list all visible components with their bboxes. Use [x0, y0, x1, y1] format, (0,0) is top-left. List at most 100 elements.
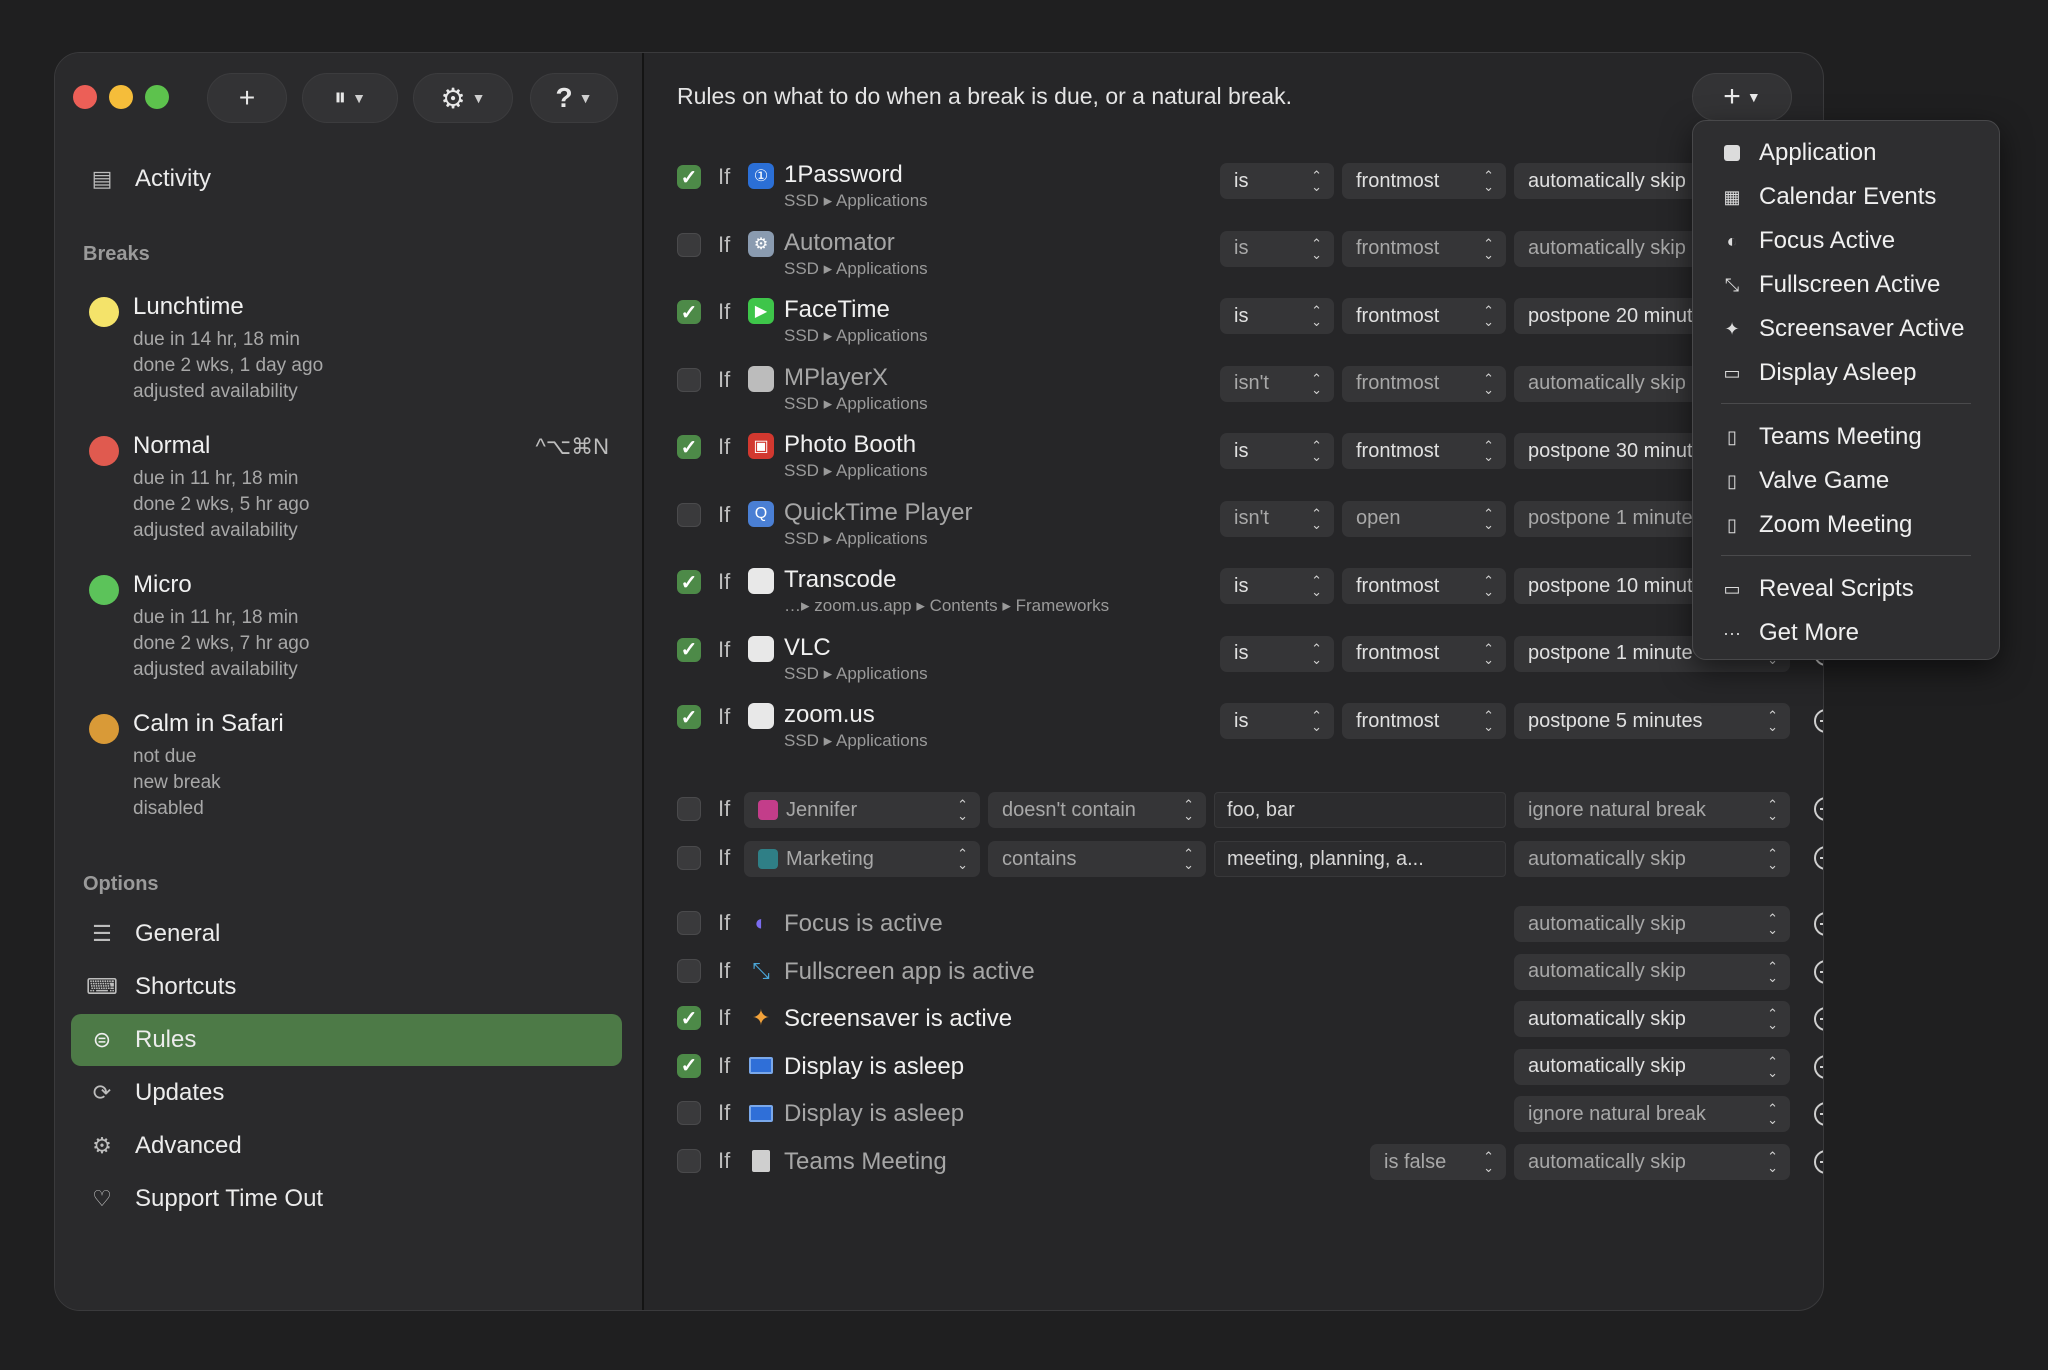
keywords-field[interactable]: meeting, planning, a... — [1214, 841, 1506, 877]
break-item-normal[interactable]: Normal ^⌥⌘N due in 11 hr, 18 min done 2 w… — [89, 432, 609, 542]
remove-rule-button[interactable] — [1814, 1102, 1823, 1127]
rule-enabled-checkbox[interactable] — [677, 1149, 701, 1173]
action-select[interactable]: automatically skip⌃⌄ — [1514, 906, 1790, 942]
settings-menu-button[interactable]: ⚙ ▼ — [413, 73, 513, 123]
condition-select[interactable]: is ⌃ ⌄ — [1220, 298, 1334, 334]
updown-chevron-icon: ⌃⌄ — [1311, 573, 1322, 599]
rule-enabled-checkbox[interactable]: ✓ — [677, 570, 701, 594]
action-select[interactable]: automatically skip⌃⌄ — [1514, 1144, 1790, 1180]
document-list-icon: ▤ — [91, 166, 113, 191]
condition-select[interactable]: is ⌃ ⌄ — [1220, 703, 1334, 739]
if-label: If — [718, 1005, 731, 1031]
zoom-window-button[interactable] — [145, 85, 169, 109]
action-select[interactable]: ignore natural break ⌃ ⌄ — [1514, 1096, 1790, 1133]
state-select[interactable]: frontmost ⌃ ⌄ — [1342, 298, 1506, 334]
action-select[interactable]: automatically skip⌃⌄ — [1514, 841, 1790, 877]
sidebar-item-advanced[interactable]: ⚙ Advanced — [89, 1132, 242, 1160]
keywords-field[interactable]: foo, bar — [1214, 792, 1506, 828]
break-item-micro[interactable]: Micro due in 11 hr, 18 min done 2 wks, 7 … — [89, 571, 609, 681]
menu-item-teams-meeting[interactable]: ▯ Teams Meeting — [1721, 423, 1922, 451]
sidebar-item-shortcuts[interactable]: ⌨ Shortcuts — [86, 973, 236, 1001]
fullscreen-arrows-icon: ⤡ — [1724, 274, 1740, 295]
break-item-calm-in-safari[interactable]: Calm in Safari not due new break disabled — [89, 710, 609, 820]
condition-select[interactable]: is ⌃ ⌄ — [1220, 635, 1334, 672]
state-select[interactable]: frontmost ⌃ ⌄ — [1342, 635, 1506, 672]
action-select[interactable]: ignore natural break ⌃ ⌄ — [1514, 792, 1790, 828]
if-label: If — [718, 164, 731, 189]
add-break-button[interactable]: + — [207, 73, 287, 123]
remove-rule-button[interactable] — [1814, 797, 1823, 821]
match-condition-select[interactable]: contains ⌃ ⌄ — [988, 841, 1206, 877]
menu-item-focus-active[interactable]: ◐ Focus Active — [1721, 227, 1896, 255]
script-result-select[interactable]: is false ⌃ ⌄ — [1370, 1144, 1506, 1180]
sidebar-item-general[interactable]: ☰ General — [89, 920, 220, 948]
menu-item-fullscreen-active[interactable]: ⤡ Fullscreen Active — [1721, 271, 1941, 299]
menu-item-calendar-events[interactable]: ▦ Calendar Events — [1721, 183, 1936, 211]
gears-icon: ⚙ — [92, 1133, 112, 1158]
menu-item-display-asleep[interactable]: ▭ Display Asleep — [1721, 359, 1916, 387]
remove-rule-button[interactable] — [1814, 912, 1823, 936]
calendar-select[interactable]: Jennifer ⌃ ⌄ — [744, 792, 980, 828]
rule-enabled-checkbox[interactable]: ✓ — [677, 1006, 701, 1031]
match-condition-select[interactable]: doesn't contain ⌃ ⌄ — [988, 792, 1206, 828]
rule-enabled-checkbox[interactable] — [677, 232, 701, 257]
condition-select[interactable]: is ⌃ ⌄ — [1220, 433, 1334, 469]
sidebar-item-support[interactable]: ♡ Support Time Out — [89, 1185, 323, 1213]
rule-enabled-checkbox[interactable] — [677, 367, 701, 392]
condition-select[interactable]: is ⌃ ⌄ — [1220, 163, 1334, 199]
sidebar-item-updates[interactable]: ⟳ Updates — [89, 1079, 225, 1107]
menu-separator — [1721, 555, 1971, 556]
rule-enabled-checkbox[interactable] — [677, 1101, 701, 1126]
app-rule-row: ✓ If ① 1Password SSD ▸ Applications is ⌃ ⌄… — [644, 151, 1823, 211]
menu-item-screensaver-active[interactable]: ✦ Screensaver Active — [1721, 315, 1964, 343]
rule-enabled-checkbox[interactable] — [677, 846, 701, 870]
sidebar-item-activity[interactable]: ▤ Activity — [89, 165, 211, 193]
condition-select[interactable]: is ⌃ ⌄ — [1220, 568, 1334, 604]
rule-enabled-checkbox[interactable] — [677, 958, 701, 983]
state-select[interactable]: frontmost ⌃ ⌄ — [1342, 365, 1506, 402]
updown-chevron-icon: ⌃⌄ — [1483, 303, 1494, 329]
remove-rule-button[interactable] — [1814, 1007, 1823, 1032]
close-window-button[interactable] — [73, 85, 97, 109]
state-select[interactable]: frontmost ⌃ ⌄ — [1342, 230, 1506, 267]
state-select[interactable]: frontmost ⌃ ⌄ — [1342, 163, 1506, 199]
remove-rule-button[interactable] — [1814, 709, 1823, 733]
condition-select[interactable]: is ⌃ ⌄ — [1220, 230, 1334, 267]
pause-menu-button[interactable]: ⏸ ▼ — [302, 73, 398, 123]
action-select[interactable]: automatically skip⌃⌄ — [1514, 1048, 1790, 1085]
rule-enabled-checkbox[interactable]: ✓ — [677, 637, 701, 662]
rule-enabled-checkbox[interactable]: ✓ — [677, 435, 701, 459]
menu-item-application[interactable]: Application — [1721, 139, 1876, 167]
state-select[interactable]: frontmost ⌃ ⌄ — [1342, 568, 1506, 604]
rule-enabled-checkbox[interactable] — [677, 797, 701, 821]
minimize-window-button[interactable] — [109, 85, 133, 109]
action-select[interactable]: postpone 5 minutes ⌃ ⌄ — [1514, 703, 1790, 739]
state-select[interactable]: frontmost ⌃ ⌄ — [1342, 703, 1506, 739]
condition-select[interactable]: isn't ⌃ ⌄ — [1220, 500, 1334, 537]
help-menu-button[interactable]: ? ▼ — [530, 73, 618, 123]
action-select[interactable]: automatically skip⌃⌄ — [1514, 953, 1790, 990]
remove-rule-button[interactable] — [1814, 959, 1823, 984]
add-rule-button[interactable]: + ▼ — [1692, 73, 1792, 121]
menu-item-get-more[interactable]: ··· Get More — [1721, 619, 1859, 647]
rule-enabled-checkbox[interactable]: ✓ — [677, 705, 701, 729]
remove-rule-button[interactable] — [1814, 846, 1823, 870]
calendar-select[interactable]: Marketing ⌃ ⌄ — [744, 841, 980, 877]
break-item-lunchtime[interactable]: Lunchtime due in 14 hr, 18 min done 2 wks… — [89, 293, 609, 403]
menu-item-zoom-meeting[interactable]: ▯ Zoom Meeting — [1721, 511, 1912, 539]
updown-chevron-icon: ⌃⌄ — [1767, 846, 1778, 872]
menu-item-reveal-scripts[interactable]: ▭ Reveal Scripts — [1721, 575, 1913, 603]
rule-enabled-checkbox[interactable] — [677, 502, 701, 527]
rule-enabled-checkbox[interactable]: ✓ — [677, 300, 701, 324]
menu-item-valve-game[interactable]: ▯ Valve Game — [1721, 467, 1889, 495]
remove-rule-button[interactable] — [1814, 1150, 1823, 1174]
rule-enabled-checkbox[interactable] — [677, 911, 701, 935]
rule-enabled-checkbox[interactable]: ✓ — [677, 1053, 701, 1078]
state-select[interactable]: open ⌃ ⌄ — [1342, 500, 1506, 537]
state-select[interactable]: frontmost ⌃ ⌄ — [1342, 433, 1506, 469]
sidebar-item-rules[interactable]: ⊜ Rules — [89, 1026, 197, 1054]
action-select[interactable]: automatically skip⌃⌄ — [1514, 1001, 1790, 1038]
remove-rule-button[interactable] — [1814, 1054, 1823, 1079]
condition-select[interactable]: isn't ⌃ ⌄ — [1220, 365, 1334, 402]
rule-enabled-checkbox[interactable]: ✓ — [677, 165, 701, 189]
